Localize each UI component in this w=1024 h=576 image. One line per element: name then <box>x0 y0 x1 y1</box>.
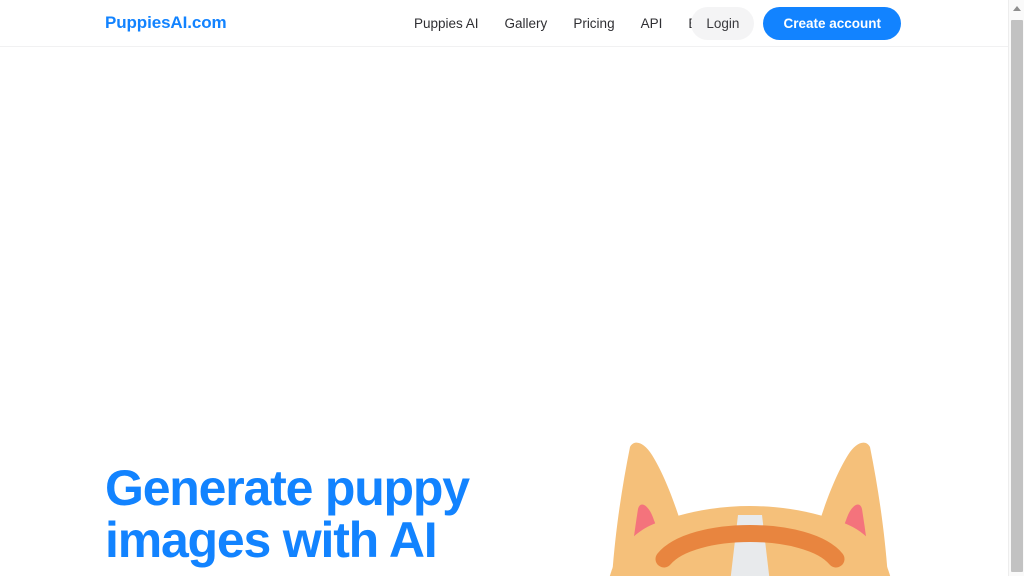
nav-item-puppies-ai[interactable]: Puppies AI <box>414 0 492 47</box>
auth-button-group: Login Create account <box>691 7 901 40</box>
site-logo[interactable]: PuppiesAI.com <box>105 13 227 33</box>
scroll-up-arrow-icon[interactable] <box>1009 0 1024 17</box>
site-header: PuppiesAI.com Puppies AI Gallery Pricing… <box>0 0 1008 47</box>
page-scrollbar[interactable] <box>1008 0 1024 576</box>
puppy-face-illustration <box>560 387 940 576</box>
hero-section: Generate puppy images with AI <box>0 47 1008 576</box>
nav-item-api[interactable]: API <box>628 0 676 47</box>
nav-item-pricing[interactable]: Pricing <box>560 0 627 47</box>
login-button[interactable]: Login <box>691 7 755 40</box>
page-title: Generate puppy images with AI <box>105 460 470 568</box>
browser-viewport: PuppiesAI.com Puppies AI Gallery Pricing… <box>0 0 1008 576</box>
scrollbar-thumb[interactable] <box>1011 20 1023 572</box>
nav-item-gallery[interactable]: Gallery <box>492 0 561 47</box>
create-account-button[interactable]: Create account <box>763 7 901 40</box>
